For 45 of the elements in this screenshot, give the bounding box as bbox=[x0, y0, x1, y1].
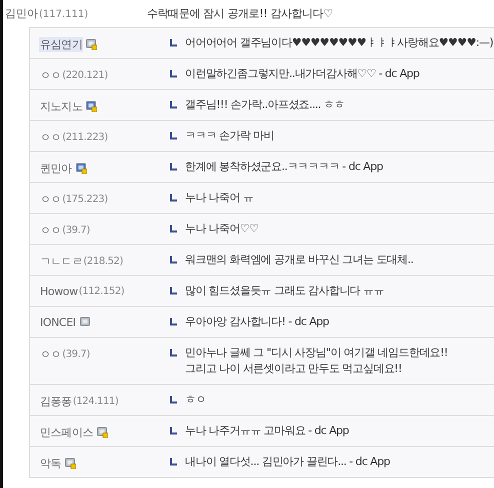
ip-address: (211.223) bbox=[62, 132, 108, 143]
user-badge-icon bbox=[86, 101, 98, 112]
nickname[interactable]: 지노지노 bbox=[39, 99, 84, 114]
nickname[interactable]: 민스페이스 bbox=[39, 425, 94, 440]
user-badge-icon bbox=[86, 39, 98, 50]
nickname[interactable]: 퀸민아 bbox=[39, 161, 73, 176]
nickname[interactable]: Howow bbox=[39, 285, 79, 298]
ip-address: (39.7) bbox=[62, 349, 90, 360]
nickname[interactable]: ㄱㄴㄷㄹ bbox=[39, 254, 84, 269]
nickname[interactable]: ㅇㅇ bbox=[39, 223, 62, 238]
reply-text: ㅎㅇ bbox=[185, 392, 206, 408]
comment-text: 수락때문에 잠시 공개로!! 감사합니다♡ bbox=[147, 6, 333, 21]
nickname[interactable]: 김민아 bbox=[4, 7, 39, 20]
reply-text: 갤주님!!! 손가락..아프셨죠.... ㅎㅎ bbox=[185, 97, 344, 113]
reply-text: 어어어어어 갤주님이다♥♥♥♥♥♥♥♥ㅑㅑㅑ사랑해요♥♥♥♥:—) bbox=[185, 35, 494, 51]
reply-text: 누나 나주거ㅠㅠ 고마워요 - dc App bbox=[185, 423, 349, 439]
ip-address: (112.152) bbox=[78, 286, 124, 297]
user-badge-icon bbox=[76, 163, 87, 174]
nickname[interactable]: ㅇㅇ bbox=[39, 347, 62, 362]
reply-text: ㅋㅋㅋ 손가락 마비 bbox=[185, 128, 274, 144]
ip-address: (175.223) bbox=[62, 194, 108, 205]
ip-address: (39.7) bbox=[62, 225, 90, 236]
ip-address: (124.111) bbox=[72, 396, 118, 407]
reply-text: 워크맨의 화력엠에 공개로 바꾸신 그녀는 도대체.. bbox=[185, 252, 414, 268]
ip-address: (220.121) bbox=[62, 70, 108, 81]
nickname[interactable]: ㅇㅇ bbox=[39, 68, 62, 83]
nickname[interactable]: 유심연기 bbox=[39, 37, 84, 52]
nickname[interactable]: 악독 bbox=[39, 456, 62, 471]
reply-text: 민아누나 글쎄 그 "디시 사장님"이 여기갤 네임드한데요!! 그리고 나이 서른셋이라고 만두도 먹고싶데요!! bbox=[185, 345, 448, 377]
ip-address: (117.111) bbox=[39, 9, 88, 20]
user-badge-icon bbox=[80, 317, 91, 328]
nickname[interactable]: 김퐁퐁 bbox=[39, 394, 73, 409]
nickname[interactable]: ㅇㅇ bbox=[39, 192, 62, 207]
reply-text: 이런말하긴좀그렇지만..내가더감사해♡♡ - dc App bbox=[185, 66, 420, 82]
reply-text: 한계에 봉착하셨군요..ㅋㅋㅋㅋㅋ - dc App bbox=[185, 159, 383, 175]
reply-text: 누나 나죽어♡♡ bbox=[185, 221, 258, 237]
reply-text: 내나이 열다섯... 김민아가 끌린다... - dc App bbox=[185, 454, 390, 470]
reply-text: 많이 힘드셨을듯ㅠ 그래도 감사합니다 ㅠㅠ bbox=[185, 283, 384, 299]
reply-text: 우아아앙 감사합니다! - dc App bbox=[185, 314, 329, 330]
user-badge-icon bbox=[97, 427, 108, 438]
nickname[interactable]: IONCEI bbox=[39, 316, 77, 329]
user-badge-icon bbox=[65, 458, 76, 469]
reply-text: 누나 나죽어 ㅠ bbox=[185, 190, 254, 206]
ip-address: (218.52) bbox=[83, 256, 123, 267]
nickname[interactable]: ㅇㅇ bbox=[39, 130, 62, 145]
